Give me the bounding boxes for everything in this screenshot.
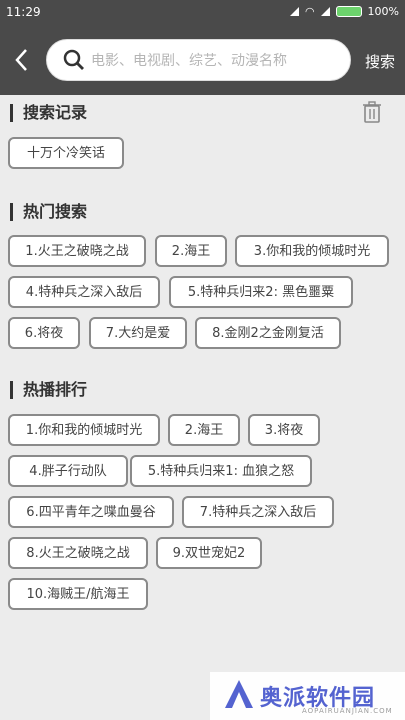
ranking-tag[interactable]: 2.海王 — [168, 414, 240, 446]
search-input[interactable] — [91, 48, 341, 74]
history-tag[interactable]: 十万个冷笑话 — [8, 137, 124, 169]
ranking-tag[interactable]: 10.海贼王/航海王 — [8, 578, 148, 610]
hot-tag[interactable]: 3.你和我的倾城时光 — [235, 235, 389, 267]
signal-icon — [320, 7, 330, 16]
chevron-left-icon — [15, 49, 27, 71]
hot-tag[interactable]: 7.大约是爱 — [89, 317, 187, 349]
header: 搜索 — [0, 25, 405, 95]
watermark: 奥派软件园 AOPAIRUANJIAN.COM — [210, 672, 405, 720]
hot-tag[interactable]: 1.火王之破晓之战 — [8, 235, 146, 267]
search-box[interactable] — [46, 39, 351, 81]
ranking-tag[interactable]: 3.将夜 — [248, 414, 320, 446]
signal-icon — [289, 7, 299, 16]
trash-icon[interactable] — [362, 101, 382, 123]
hot-title: 热门搜索 — [10, 203, 87, 221]
battery-level: 100% — [367, 5, 399, 18]
ranking-tag[interactable]: 1.你和我的倾城时光 — [8, 414, 160, 446]
status-time: 11:29 — [6, 5, 41, 19]
ranking-title: 热播排行 — [10, 381, 87, 399]
ranking-tag[interactable]: 7.特种兵之深入敌后 — [182, 496, 334, 528]
ranking-tag[interactable]: 9.双世宠妃2 — [156, 537, 262, 569]
ranking-tag[interactable]: 4.胖子行动队 — [8, 455, 128, 487]
wifi-icon: ◠ — [304, 5, 315, 18]
status-icons: ◠ 100% — [289, 5, 399, 18]
hot-tag[interactable]: 6.将夜 — [8, 317, 80, 349]
history-title: 搜索记录 — [10, 104, 87, 122]
battery-icon — [335, 6, 362, 17]
ranking-tag[interactable]: 6.四平青年之喋血曼谷 — [8, 496, 174, 528]
watermark-subtext: AOPAIRUANJIAN.COM — [302, 707, 393, 715]
back-button[interactable] — [12, 47, 36, 75]
hot-tag[interactable]: 2.海王 — [155, 235, 227, 267]
status-bar: 11:29 ◠ 100% — [0, 0, 405, 25]
hot-tag[interactable]: 5.特种兵归来2: 黑色噩粟 — [169, 276, 353, 308]
search-button[interactable]: 搜索 — [365, 51, 395, 72]
watermark-logo-icon — [225, 680, 253, 708]
search-icon — [63, 49, 84, 70]
ranking-tag[interactable]: 5.特种兵归来1: 血狼之怒 — [130, 455, 312, 487]
ranking-tag[interactable]: 8.火王之破晓之战 — [8, 537, 148, 569]
hot-tag[interactable]: 4.特种兵之深入敌后 — [8, 276, 160, 308]
hot-tag[interactable]: 8.金刚2之金刚复活 — [195, 317, 341, 349]
